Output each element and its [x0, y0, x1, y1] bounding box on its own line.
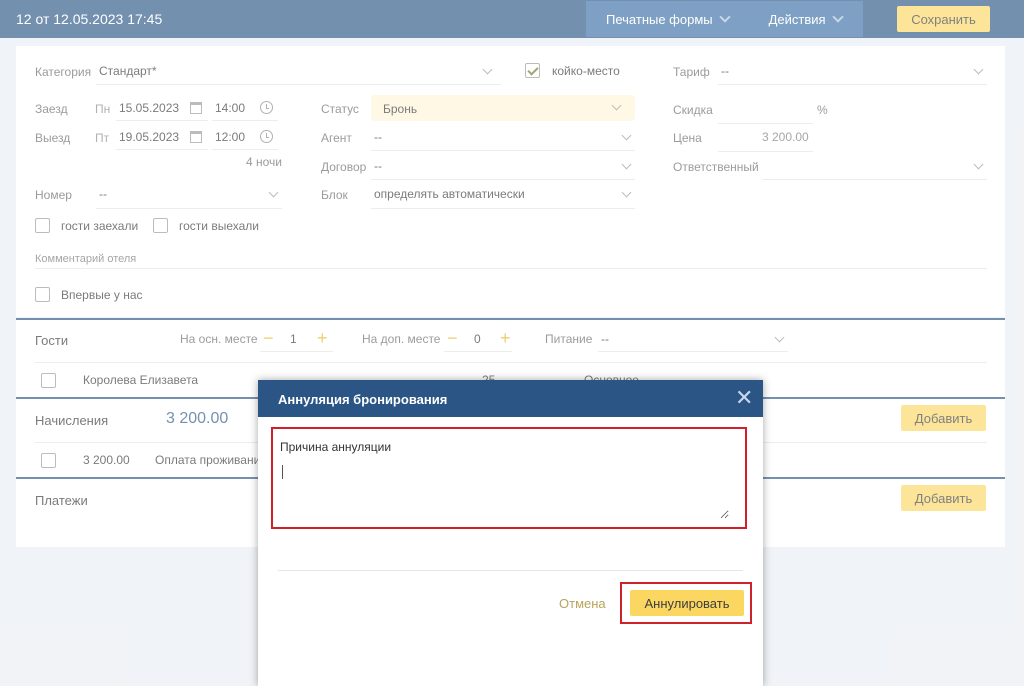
text-caret [282, 465, 283, 479]
dialog-separator [278, 570, 743, 571]
reason-input[interactable] [279, 459, 729, 519]
cancel-link[interactable]: Отмена [559, 596, 606, 611]
cancel-booking-dialog: Аннуляция бронирования ✕ Причина аннуляц… [258, 380, 763, 686]
reason-label: Причина аннуляции [280, 440, 392, 454]
annul-button[interactable]: Аннулировать [630, 590, 744, 616]
dialog-title: Аннуляция бронирования [278, 392, 448, 407]
reason-highlight: Причина аннуляции [271, 427, 747, 529]
close-icon[interactable]: ✕ [735, 387, 753, 409]
dialog-header: Аннуляция бронирования ✕ [258, 380, 763, 417]
